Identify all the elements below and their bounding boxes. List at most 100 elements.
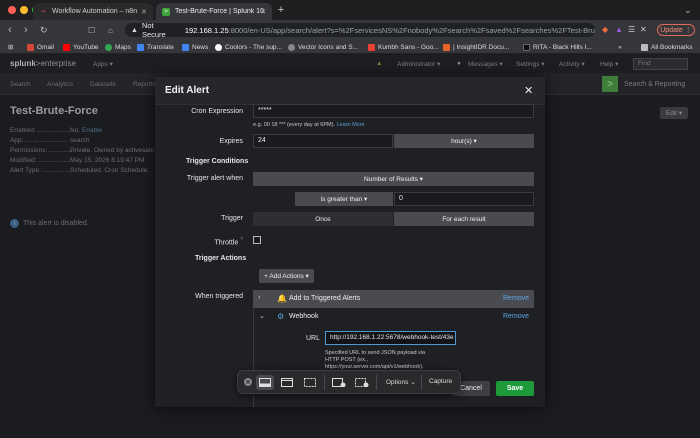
activity-menu[interactable]: Activity ▾ <box>559 60 585 68</box>
bookmark-vector-icons[interactable]: Vector Icons and S... <box>288 42 358 52</box>
reload-icon[interactable]: ↻ <box>40 24 48 36</box>
messages-menu[interactable]: Messages ▾ <box>468 60 503 68</box>
bookmark-coolors[interactable]: Coolors - The sup... <box>215 42 282 52</box>
bookmark-kumbh-sans[interactable]: Kumbh Sans - Goo... <box>368 42 439 52</box>
coolors-icon <box>215 43 222 51</box>
meta-value: No. <box>70 127 81 134</box>
meta-modified: Modified: ..................May 15, 2026… <box>10 157 144 164</box>
remove-webhook-button[interactable]: Remove <box>503 313 529 320</box>
toolbar-divider <box>324 375 325 390</box>
trigger-conditions-heading: Trigger Conditions <box>186 158 249 165</box>
record-screen-icon[interactable] <box>330 375 348 390</box>
url-hint-line2: HTTP POST (ex., <box>325 357 368 363</box>
capture-selection-icon[interactable] <box>301 375 319 390</box>
add-actions-button[interactable]: + Add Actions ▾ <box>259 269 314 283</box>
webhook-url-input[interactable]: http://192.168.1.22:5678/webhook-test/43… <box>325 331 456 345</box>
close-icon[interactable]: ✕ <box>524 84 533 97</box>
more-bookmarks-icon[interactable]: » <box>618 42 622 52</box>
menu-icon[interactable]: ☰ <box>628 25 635 34</box>
logo-prefix: splunk <box>10 59 36 68</box>
home-icon[interactable]: ⌂ <box>108 25 113 37</box>
address-bar[interactable]: ▲ Not Secure 192.168.1.25 :8000/en-US/ap… <box>125 21 595 39</box>
rewards-icon[interactable]: ▲ <box>615 25 623 34</box>
cron-expression-label: Cron Expression <box>191 108 243 115</box>
folder-icon <box>641 43 648 51</box>
chevron-down-icon[interactable]: ⌄ <box>259 312 265 320</box>
back-icon[interactable]: ‹ <box>8 24 12 36</box>
help-icon[interactable]: ? <box>240 237 243 243</box>
tab-n8n[interactable]: ⊸ Workflow Automation – n8n ✕ <box>33 3 153 20</box>
url-path: :8000/en-US/app/search/alert?s=%2Fservic… <box>228 25 595 35</box>
bookmark-youtube[interactable]: YouTube <box>63 42 99 52</box>
splunk-logo[interactable]: splunk>enterprise <box>10 59 76 68</box>
extensions-icon[interactable]: ✕ <box>640 25 647 34</box>
tab-search[interactable]: Search <box>10 81 31 88</box>
bookmark-translate[interactable]: Translate <box>137 42 174 52</box>
capture-button[interactable]: Capture <box>429 378 452 385</box>
bookmark-gmail[interactable]: Gmail <box>27 42 54 52</box>
capture-options-menu[interactable]: Options ⌄ <box>386 378 416 386</box>
apps-menu[interactable]: Apps ▾ <box>93 60 113 68</box>
cron-hint-text: e.g. 00 18 *** (every day at 6PM). <box>253 122 335 128</box>
enable-link[interactable]: Enable <box>82 127 102 134</box>
capture-window-icon[interactable] <box>278 375 296 390</box>
modal-header: Edit Alert ✕ <box>155 77 545 105</box>
capture-entire-screen-icon[interactable] <box>256 375 274 390</box>
bookmark-news[interactable]: News <box>182 42 208 52</box>
tab-splunk[interactable]: > Test-Brute-Force | Splunk 10.2 ✕ <box>156 3 272 20</box>
alert-triangle-icon[interactable]: ▲ <box>376 60 382 67</box>
disabled-notice-text: This alert is disabled. <box>23 220 89 227</box>
threshold-input[interactable]: 0 <box>394 192 534 206</box>
close-tab-icon[interactable]: ✕ <box>260 8 266 16</box>
bookmark-label: News <box>192 43 209 51</box>
trigger-once-button[interactable]: Once <box>253 212 393 226</box>
messages-badge-icon[interactable]: ● <box>457 60 461 67</box>
bookmark-icon[interactable]: ☐ <box>88 25 95 37</box>
administrator-menu[interactable]: Administrator ▾ <box>397 60 440 68</box>
expires-unit-dropdown[interactable]: hour(s) ▾ <box>394 134 534 148</box>
apps-grid-icon[interactable]: ⊞ <box>8 42 13 52</box>
trigger-condition-dropdown[interactable]: Number of Results ▾ <box>253 172 534 186</box>
help-menu[interactable]: Help ▾ <box>600 60 618 68</box>
window-close-control[interactable] <box>8 6 16 14</box>
new-tab-button[interactable]: + <box>275 4 287 16</box>
settings-menu[interactable]: Settings ▾ <box>516 60 545 68</box>
app-name: Search & Reporting <box>624 81 686 88</box>
expires-input[interactable]: 24 <box>253 134 393 148</box>
window-minimize-control[interactable] <box>20 6 28 14</box>
bookmark-insightidr[interactable]: | InsightIDR Docu... <box>443 42 509 52</box>
throttle-checkbox[interactable] <box>253 236 261 244</box>
tab-search-chevron-icon[interactable]: ⌄ <box>684 4 692 16</box>
close-tab-icon[interactable]: ✕ <box>141 8 147 16</box>
forward-icon[interactable]: › <box>24 24 28 36</box>
find-input[interactable]: Find <box>633 58 688 70</box>
learn-more-link[interactable]: Learn More <box>336 122 364 128</box>
edit-button[interactable]: Edit ▾ <box>660 107 688 119</box>
remove-action-button[interactable]: Remove <box>503 295 529 302</box>
meta-key: Modified: .................. <box>10 157 71 164</box>
action-add-to-triggered-alerts[interactable]: › 🔔 Add to Triggered Alerts <box>253 290 534 308</box>
expires-label: Expires <box>219 138 243 145</box>
save-button[interactable]: Save <box>496 381 534 396</box>
meta-app: App: ....................... search <box>10 137 90 144</box>
update-button[interactable]: Update ⋮ <box>657 24 695 36</box>
edit-alert-modal: Edit Alert ✕ Cron Expression ***** e.g. … <box>155 77 545 407</box>
record-selection-icon[interactable] <box>353 375 371 390</box>
close-capture-icon[interactable]: ✕ <box>244 378 252 386</box>
brave-shield-icon[interactable]: ◆ <box>602 25 608 34</box>
tab-analytics[interactable]: Analytics <box>47 81 73 88</box>
tab-datasets[interactable]: Datasets <box>90 81 116 88</box>
all-bookmarks[interactable]: All Bookmarks <box>641 42 693 52</box>
when-triggered-label: When triggered <box>195 293 243 300</box>
bookmark-maps[interactable]: Maps <box>105 42 131 52</box>
bookmark-rita[interactable]: RITA - Black Hills I... <box>523 42 592 52</box>
chevron-right-icon[interactable]: › <box>258 294 260 301</box>
trigger-for-each-button[interactable]: For each result <box>394 212 534 226</box>
tab-label: Test-Brute-Force | Splunk 10.2 <box>175 8 265 15</box>
comparator-dropdown[interactable]: is greater than ▾ <box>295 192 393 206</box>
throttle-label: Throttle ? <box>195 237 243 246</box>
meta-enabled: Enabled: ...................No. Enable <box>10 127 102 134</box>
cron-expression-input[interactable]: ***** <box>253 104 534 118</box>
meta-key: Permissions: ............... <box>10 147 77 154</box>
tab-reports[interactable]: Reports <box>133 81 156 88</box>
